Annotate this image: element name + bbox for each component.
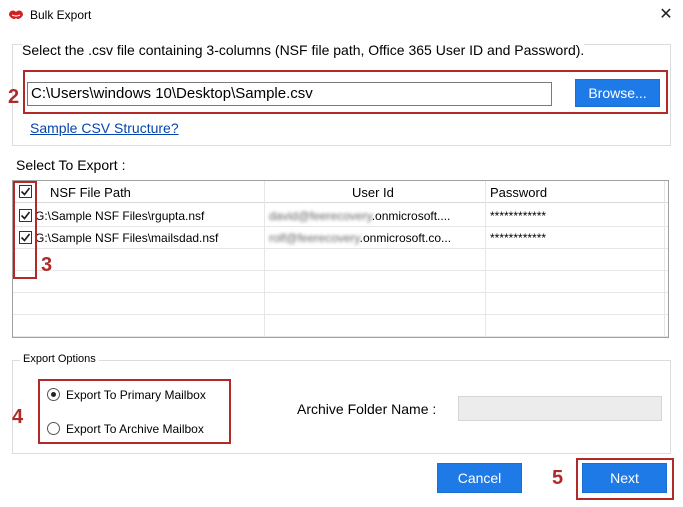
annotation-number-2: 2 (8, 86, 20, 108)
export-grid[interactable]: NSF File Path User Id Password G:\Sample… (12, 180, 669, 338)
archive-mailbox-radio[interactable] (47, 422, 60, 435)
title-bar: Bulk Export ✕ (0, 0, 683, 31)
user-id-blurred: rolf@feerecovery (269, 231, 360, 245)
sample-csv-link[interactable]: Sample CSV Structure? (30, 120, 179, 136)
archive-folder-input[interactable] (458, 396, 662, 421)
archive-mailbox-label[interactable]: Export To Archive Mailbox (66, 422, 204, 436)
table-row[interactable]: G:\Sample NSF Files\mailsdad.nsf rolf@fe… (13, 227, 668, 249)
column-header-user-id[interactable]: User Id (352, 185, 394, 200)
export-options-legend: Export Options (20, 353, 99, 365)
close-icon[interactable]: ✕ (654, 3, 678, 27)
user-id-cell: rolf@feerecovery.onmicrosoft.co... (269, 231, 451, 245)
archive-folder-label: Archive Folder Name : (297, 401, 437, 417)
nsf-path-cell: G:\Sample NSF Files\rgupta.nsf (35, 209, 205, 223)
radio-selected-dot (51, 392, 56, 397)
annotation-number-5: 5 (552, 467, 564, 489)
column-header-nsf-path[interactable]: NSF File Path (50, 185, 131, 200)
empty-row (13, 315, 668, 337)
annotation-frame-3 (13, 181, 37, 279)
primary-mailbox-radio[interactable] (47, 388, 60, 401)
empty-row (13, 249, 668, 271)
empty-row (13, 271, 668, 293)
user-id-domain: .onmicrosoft.... (371, 209, 451, 223)
user-id-cell: david@feerecovery.onmicrosoft.... (269, 209, 450, 223)
next-button[interactable]: Next (582, 463, 667, 493)
user-id-domain: .onmicrosoft.co... (359, 231, 452, 245)
nsf-path-cell: G:\Sample NSF Files\mailsdad.nsf (35, 231, 219, 245)
app-logo-icon (9, 10, 23, 19)
annotation-number-3: 3 (41, 254, 53, 276)
annotation-number-4: 4 (12, 406, 24, 428)
csv-path-input[interactable]: C:\Users\windows 10\Desktop\Sample.csv (27, 82, 552, 106)
select-to-export-label: Select To Export : (16, 157, 126, 173)
cancel-button[interactable]: Cancel (437, 463, 522, 493)
column-header-password[interactable]: Password (490, 185, 547, 200)
password-cell: ************ (490, 209, 547, 223)
grid-header-row: NSF File Path User Id Password (13, 181, 668, 203)
user-id-blurred: david@feerecovery (269, 209, 372, 223)
primary-mailbox-label[interactable]: Export To Primary Mailbox (66, 388, 206, 402)
table-row[interactable]: G:\Sample NSF Files\rgupta.nsf david@fee… (13, 205, 668, 227)
password-cell: ************ (490, 231, 547, 245)
empty-row (13, 293, 668, 315)
browse-button[interactable]: Browse... (575, 79, 660, 107)
column-divider (485, 181, 486, 337)
column-divider (664, 181, 665, 337)
window-title: Bulk Export (30, 8, 92, 22)
csv-instruction: Select the .csv file containing 3-column… (22, 42, 585, 58)
column-divider (264, 181, 265, 337)
